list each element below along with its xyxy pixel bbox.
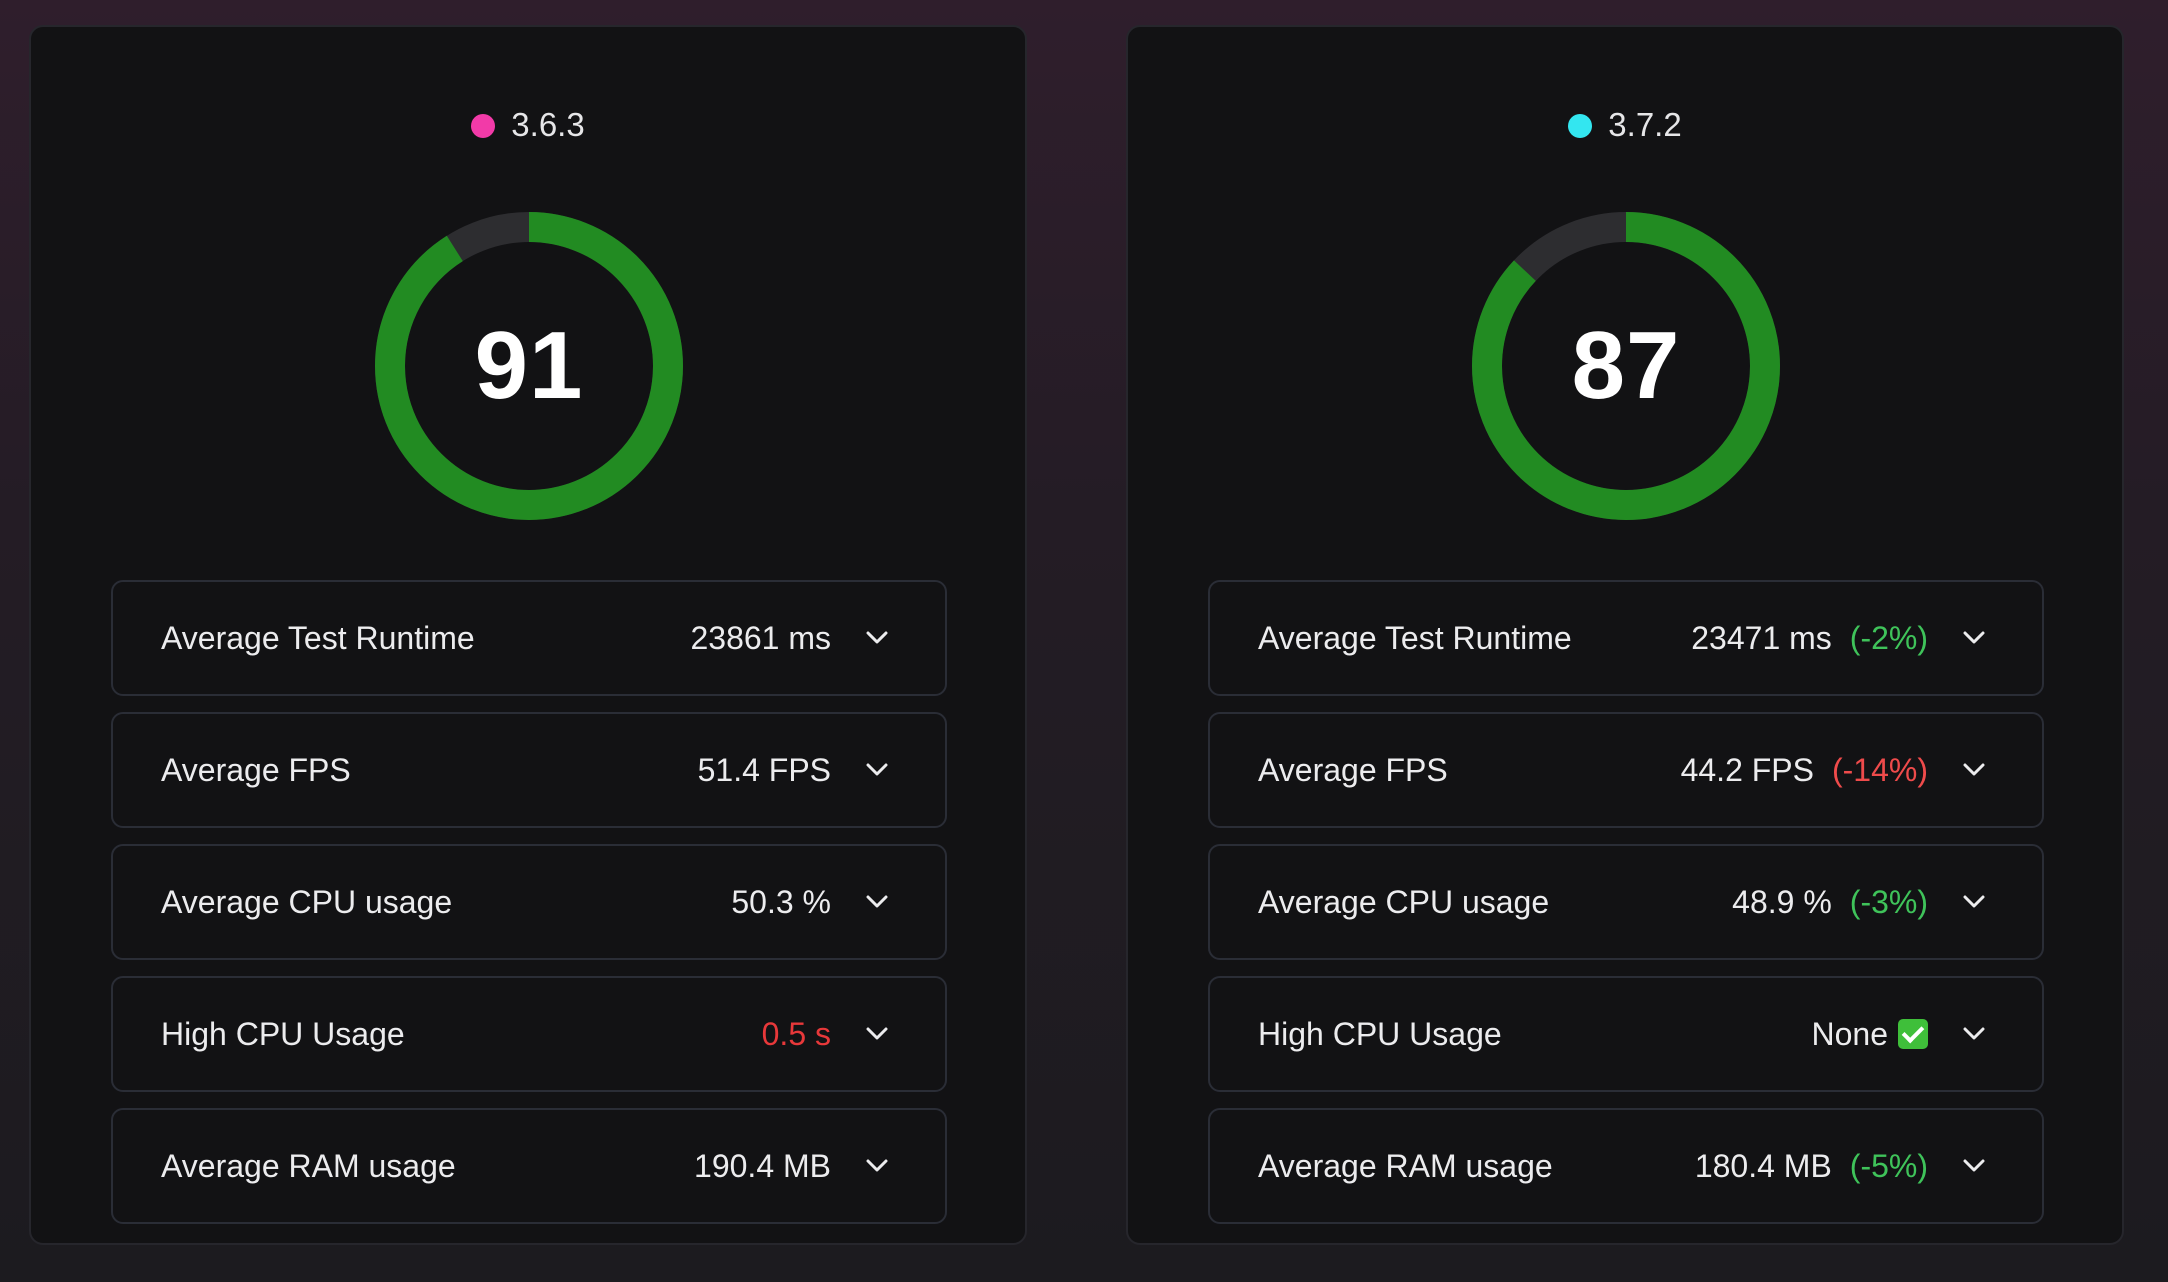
metric-label: Average CPU usage	[161, 883, 453, 920]
chevron-down-icon[interactable]	[1954, 1146, 1994, 1186]
metric-value: 44.2 FPS	[1680, 751, 1814, 788]
metric-delta: (-5%)	[1849, 1147, 1928, 1184]
check-mark-icon	[1898, 1019, 1928, 1049]
metric-high-cpu-usage[interactable]: High CPU Usage None	[1208, 976, 2044, 1092]
chevron-down-icon[interactable]	[1954, 882, 1994, 922]
metric-delta: (-3%)	[1849, 883, 1928, 920]
metric-value: 23471 ms	[1691, 619, 1832, 656]
metric-average-fps[interactable]: Average FPS 51.4 FPS	[111, 712, 947, 828]
metrics-list: Average Test Runtime 23471 ms (-2%) Aver…	[1208, 580, 2044, 1240]
result-panel-left: 3.6.3 91 Average Test Runtime 23861 ms A…	[29, 25, 1027, 1245]
metric-value: None	[1811, 1015, 1889, 1052]
metric-high-cpu-usage[interactable]: High CPU Usage 0.5 s	[111, 976, 947, 1092]
score-value: 87	[1571, 312, 1681, 419]
metric-value: 0.5 s	[761, 1015, 831, 1052]
metric-value: 51.4 FPS	[697, 751, 831, 788]
chevron-down-icon[interactable]	[857, 1146, 897, 1186]
score-gauge: 91	[375, 212, 683, 520]
metric-average-cpu-usage[interactable]: Average CPU usage 48.9 % (-3%)	[1208, 844, 2044, 960]
metrics-list: Average Test Runtime 23861 ms Average FP…	[111, 580, 947, 1240]
chevron-down-icon[interactable]	[857, 618, 897, 658]
metric-value: 180.4 MB	[1694, 1147, 1832, 1184]
chevron-down-icon[interactable]	[1954, 1014, 1994, 1054]
version-label: 3.6.3	[511, 106, 585, 143]
metric-label: Average FPS	[161, 751, 351, 788]
metric-label: Average CPU usage	[1258, 883, 1550, 920]
metric-average-test-runtime[interactable]: Average Test Runtime 23861 ms	[111, 580, 947, 696]
metric-average-ram-usage[interactable]: Average RAM usage 190.4 MB	[111, 1108, 947, 1224]
metric-label: Average Test Runtime	[161, 619, 475, 656]
metric-value: 50.3 %	[731, 883, 831, 920]
metric-label: High CPU Usage	[161, 1015, 405, 1052]
chevron-down-icon[interactable]	[1954, 618, 1994, 658]
version-header: 3.6.3	[31, 97, 1025, 153]
metric-delta: (-14%)	[1831, 751, 1928, 788]
score-gauge: 87	[1472, 212, 1780, 520]
chevron-down-icon[interactable]	[857, 750, 897, 790]
version-header: 3.7.2	[1128, 97, 2122, 153]
metric-delta: (-2%)	[1849, 619, 1928, 656]
metric-average-fps[interactable]: Average FPS 44.2 FPS (-14%)	[1208, 712, 2044, 828]
result-panel-right: 3.7.2 87 Average Test Runtime 23471 ms (…	[1126, 25, 2124, 1245]
score-value: 91	[474, 312, 584, 419]
metric-value: 190.4 MB	[694, 1147, 831, 1184]
metric-average-test-runtime[interactable]: Average Test Runtime 23471 ms (-2%)	[1208, 580, 2044, 696]
version-label: 3.7.2	[1608, 106, 1682, 143]
metric-value: 23861 ms	[690, 619, 831, 656]
metric-label: Average Test Runtime	[1258, 619, 1572, 656]
metric-average-ram-usage[interactable]: Average RAM usage 180.4 MB (-5%)	[1208, 1108, 2044, 1224]
version-color-dot	[471, 114, 496, 138]
chevron-down-icon[interactable]	[857, 1014, 897, 1054]
metric-label: High CPU Usage	[1258, 1015, 1502, 1052]
version-color-dot	[1568, 114, 1593, 138]
metric-value: 48.9 %	[1732, 883, 1832, 920]
chevron-down-icon[interactable]	[1954, 750, 1994, 790]
metric-label: Average RAM usage	[161, 1147, 456, 1184]
metric-label: Average RAM usage	[1258, 1147, 1553, 1184]
metric-average-cpu-usage[interactable]: Average CPU usage 50.3 %	[111, 844, 947, 960]
metric-label: Average FPS	[1258, 751, 1448, 788]
chevron-down-icon[interactable]	[857, 882, 897, 922]
